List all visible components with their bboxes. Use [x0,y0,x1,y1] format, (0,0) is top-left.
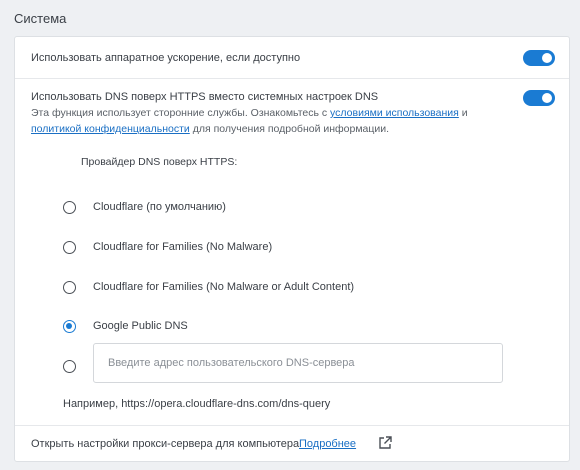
radio-button[interactable] [63,201,76,214]
proxy-settings-row: Открыть настройки прокси-сервера для ком… [15,425,569,463]
dns-description-line1: Эта функция использует сторонние службы.… [31,107,468,119]
custom-dns-input[interactable] [93,343,503,383]
dns-provider-option[interactable]: Cloudflare (по умолчанию) [63,199,523,217]
toggle-knob [542,53,552,63]
radio-button[interactable] [63,241,76,254]
hardware-acceleration-toggle[interactable] [523,50,555,66]
dns-description-and: и [461,107,468,119]
external-link-icon[interactable] [377,435,393,451]
dns-provider-label: Cloudflare for Families (No Malware) [93,241,273,253]
dns-provider-label: Cloudflare for Families (No Malware or A… [93,281,355,293]
radio-button[interactable] [63,281,76,294]
hardware-acceleration-label: Использовать аппаратное ускорение, если … [31,52,301,64]
system-settings-card: Использовать аппаратное ускорение, если … [14,36,570,462]
dns-description-suffix: для получения подробной информации. [192,123,390,135]
section-title: Система [14,11,67,26]
privacy-policy-link[interactable]: политикой конфиденциальности [31,123,190,135]
proxy-learn-more-link[interactable]: Подробнее [299,438,356,450]
dns-provider-option[interactable]: Google Public DNS [63,318,523,336]
dns-description-text: Эта функция использует сторонние службы.… [31,107,328,119]
toggle-knob [542,93,552,103]
radio-button[interactable] [63,360,76,373]
dns-provider-label: Cloudflare (по умолчанию) [93,201,226,213]
proxy-settings-label: Открыть настройки прокси-сервера для ком… [31,438,300,450]
dns-provider-label: Google Public DNS [93,320,188,332]
dns-provider-heading: Провайдер DNS поверх HTTPS: [81,156,238,168]
radio-button[interactable] [63,320,76,333]
terms-of-use-link[interactable]: условиями использования [330,107,459,119]
dns-over-https-label: Использовать DNS поверх HTTPS вместо сис… [31,91,379,103]
hardware-acceleration-row: Использовать аппаратное ускорение, если … [15,37,569,79]
dns-over-https-toggle[interactable] [523,90,555,106]
dns-provider-option[interactable]: Cloudflare for Families (No Malware or A… [63,279,523,297]
dns-example-text: Например, https://opera.cloudflare-dns.c… [63,398,331,410]
dns-provider-option[interactable]: Cloudflare for Families (No Malware) [63,239,523,257]
dns-description-line2: политикой конфиденциальности для получен… [31,123,389,135]
